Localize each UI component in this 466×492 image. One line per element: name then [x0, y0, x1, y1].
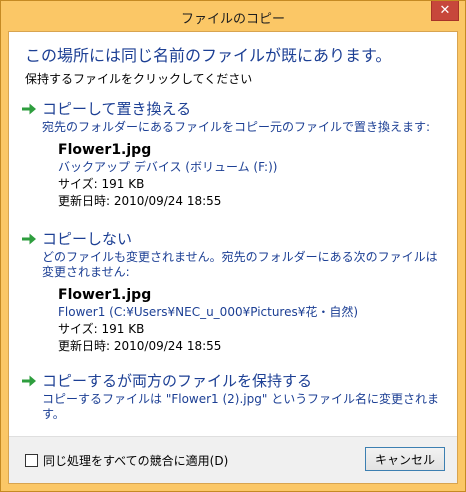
green-arrow-icon [22, 375, 36, 387]
option-do-not-copy[interactable]: コピーしない どのファイルも変更されません。宛先のフォルダーにある次のファイルは… [21, 228, 445, 355]
option-description: コピーするファイルは "Flower1 (2).jpg" というファイル名に変更… [42, 392, 439, 421]
file-location: バックアップ デバイス (ボリューム (F:)) [58, 160, 278, 174]
file-modified: 更新日時: 2010/09/24 18:55 [58, 194, 222, 208]
option-description: どのファイルも変更されません。宛先のフォルダーにある次のファイルは変更されません… [42, 250, 438, 279]
green-arrow-icon [22, 233, 36, 245]
window-title: ファイルのコピー [180, 12, 285, 27]
file-modified: 更新日時: 2010/09/24 18:55 [58, 339, 222, 353]
checkbox-label[interactable]: 同じ処理をすべての競合に適用(D) [43, 452, 228, 469]
title-bar[interactable]: ファイルのコピー ✕ [1, 1, 465, 31]
option-title[interactable]: コピーしない [42, 228, 132, 249]
file-name: Flower1.jpg [58, 287, 152, 303]
copy-file-dialog: ファイルのコピー ✕ この場所には同じ名前のファイルが既にあります。 保持するフ… [0, 0, 466, 492]
option-description: 宛先のフォルダーにあるファイルをコピー元のファイルで置き換えます: [42, 120, 431, 134]
dialog-footer: 同じ処理をすべての競合に適用(D) キャンセル [9, 436, 457, 483]
close-icon: ✕ [439, 3, 451, 18]
option-title[interactable]: コピーして置き換える [42, 98, 191, 119]
green-arrow-icon [22, 103, 36, 115]
file-size: サイズ: 191 KB [58, 177, 145, 191]
option-copy-keep-both[interactable]: コピーするが両方のファイルを保持する コピーするファイルは "Flower1 (… [21, 370, 445, 422]
cancel-button[interactable]: キャンセル [365, 447, 445, 471]
apply-to-all-checkbox[interactable]: 同じ処理をすべての競合に適用(D) [25, 452, 228, 469]
option-copy-and-replace[interactable]: コピーして置き換える 宛先のフォルダーにあるファイルをコピー元のファイルで置き換… [21, 98, 445, 210]
option-title[interactable]: コピーするが両方のファイルを保持する [42, 370, 312, 391]
file-info: Flower1.jpg バックアップ デバイス (ボリューム (F:)) サイズ… [58, 141, 445, 210]
dialog-subheading: 保持するファイルをクリックしてください [25, 72, 253, 86]
file-location: Flower1 (C:¥Users¥NEC_u_000¥Pictures¥花・自… [58, 305, 359, 319]
file-name: Flower1.jpg [58, 142, 152, 158]
dialog-heading: この場所には同じ名前のファイルが既にあります。 [25, 46, 392, 65]
file-size: サイズ: 191 KB [58, 322, 145, 336]
dialog-content: この場所には同じ名前のファイルが既にあります。 保持するファイルをクリックしてく… [8, 31, 458, 484]
close-button[interactable]: ✕ [431, 1, 459, 21]
checkbox-box[interactable] [25, 454, 38, 467]
file-info: Flower1.jpg Flower1 (C:¥Users¥NEC_u_000¥… [58, 286, 445, 355]
